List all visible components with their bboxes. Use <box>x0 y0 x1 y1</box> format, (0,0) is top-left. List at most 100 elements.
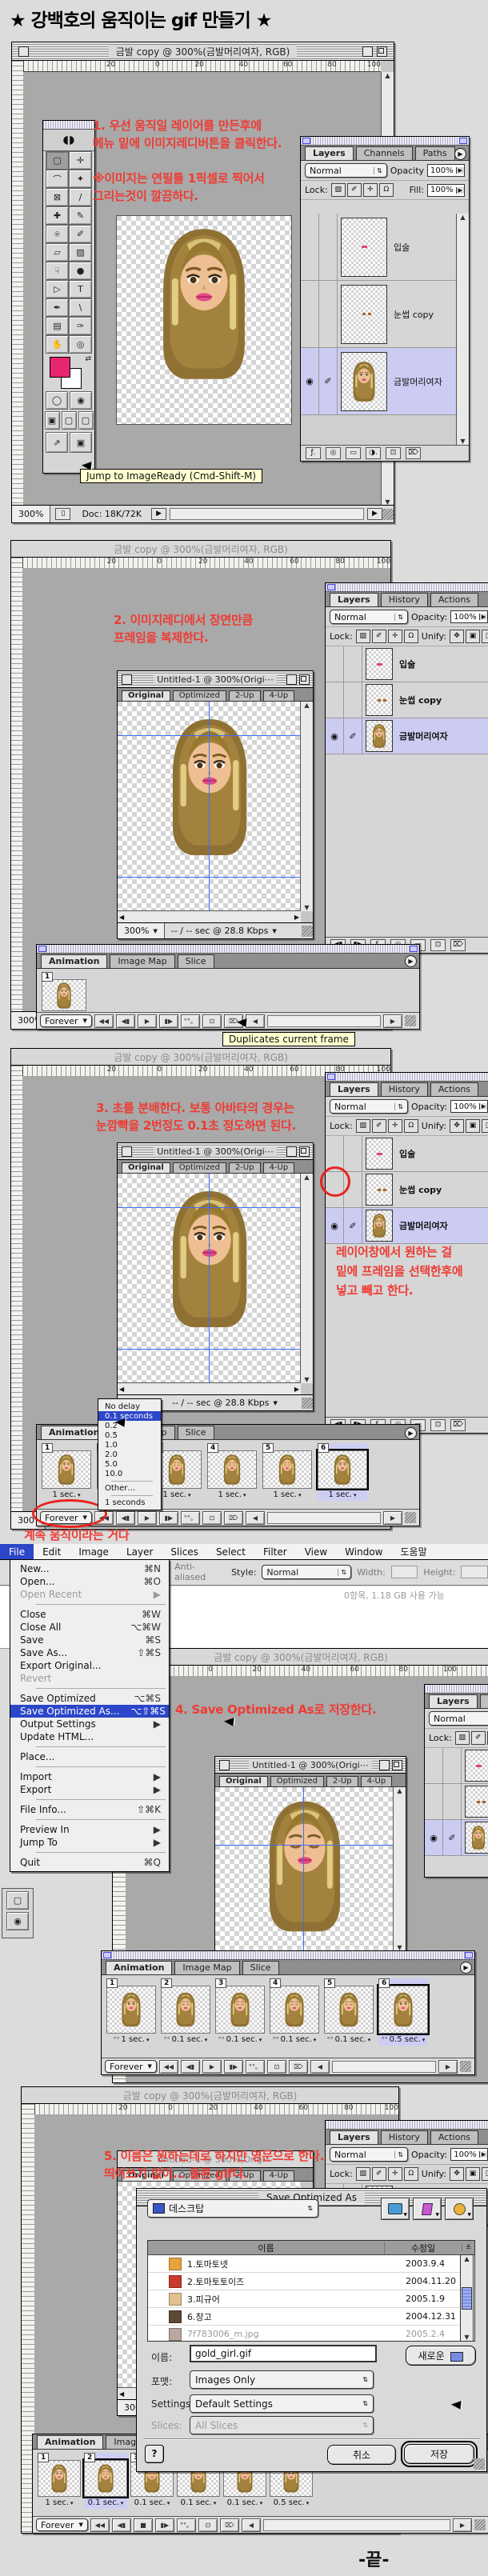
layer-thumbnail[interactable] <box>465 1786 488 1818</box>
lock-transparency-icon[interactable]: ▨ <box>356 2167 370 2181</box>
view-tab[interactable]: 2-Up <box>229 1162 261 1173</box>
view-tab[interactable]: 2-Up <box>326 1776 358 1786</box>
notes-tool[interactable]: ▤ <box>46 317 69 335</box>
resize-grip[interactable] <box>302 1398 313 1409</box>
delay-menu-item[interactable]: No delay <box>98 1402 161 1411</box>
layer-thumbnail[interactable] <box>465 1822 488 1854</box>
layer-row[interactable]: ◉ ✐ <box>425 1748 488 1784</box>
menu-bar-item[interactable]: 도움말 <box>392 1544 436 1559</box>
horizontal-scrollbar[interactable]: ◀▶ <box>118 910 301 922</box>
delay-menu-item[interactable]: 0.2 <box>98 1421 161 1430</box>
animation-frame[interactable]: 1 1 sec.▾ <box>38 2453 81 2509</box>
eyedropper-tool[interactable]: ✑ <box>69 317 92 335</box>
play-button[interactable]: ▶ <box>138 1014 157 1028</box>
prev-frame-button[interactable]: ◀▮ <box>112 2518 131 2532</box>
visibility-toggle[interactable]: ◉ <box>326 646 344 682</box>
resize-grip[interactable] <box>474 2458 485 2470</box>
layer-name[interactable]: 금발머리여자 <box>396 730 448 742</box>
jump-to-imageready-button[interactable]: ▣ <box>70 432 92 453</box>
file-menu-item[interactable] <box>10 1763 169 1770</box>
animation-tab[interactable]: Animation <box>37 2435 103 2449</box>
frame-delay-select[interactable]: 1 sec.▾ <box>318 1489 367 1501</box>
file-menu-item[interactable]: Place... <box>10 1750 169 1763</box>
palette-tab[interactable]: Layers <box>305 146 354 160</box>
animation-tab[interactable]: Slice <box>242 1961 279 1974</box>
file-menu-item[interactable] <box>10 1743 169 1750</box>
quickmask-mode-icon[interactable]: ◉ <box>70 391 92 410</box>
layer-row[interactable]: ◉ ✐ 눈썹 copy <box>326 682 488 718</box>
date-column-header[interactable]: 수정일 <box>384 2242 462 2254</box>
photoshop-logo-icon[interactable]: ◖◗ <box>43 130 94 151</box>
delay-menu-item[interactable]: 1 seconds <box>98 1498 161 1507</box>
lock-image-icon[interactable]: ✐ <box>347 183 362 197</box>
collapse-box-icon[interactable] <box>299 1146 310 1157</box>
unify-visibility-icon[interactable]: ▣ <box>466 2167 480 2181</box>
delay-menu-item[interactable]: 2.0 <box>98 1450 161 1459</box>
jump-to-imageready-button[interactable]: ◉ <box>6 1912 29 1930</box>
lock-all-icon[interactable]: Ω <box>379 183 394 197</box>
delete-frame-button[interactable]: ⌦ <box>289 2060 308 2074</box>
layer-name[interactable]: 눈썹 copy <box>396 694 442 706</box>
delay-menu-item[interactable]: 5.0 <box>98 1459 161 1469</box>
close-box-icon[interactable] <box>122 1146 132 1157</box>
animation-frame[interactable]: 6 °°0.5 sec.▾ <box>378 1978 428 2046</box>
layer-name[interactable]: 금발머리여자 <box>396 1219 448 1232</box>
frame-scroll-track[interactable] <box>332 2061 436 2073</box>
palette-drag-bar[interactable] <box>37 945 419 954</box>
animation-tab[interactable]: Slice <box>178 1426 214 1439</box>
layer-thumbnail[interactable] <box>465 1750 488 1782</box>
recents-button[interactable]: ▼ <box>445 2198 474 2220</box>
frame-thumbnail[interactable] <box>42 1450 91 1489</box>
frame-delay-select[interactable]: 0.1 sec.▾ <box>177 2497 220 2509</box>
layer-name[interactable]: 입술 <box>390 241 410 254</box>
frame-delay-select[interactable]: 1 sec.▾ <box>262 1489 312 1501</box>
scroll-up-icon[interactable]: ▲ <box>304 1174 309 1181</box>
location-select[interactable]: 데스크탑 ⇅ <box>147 2199 318 2218</box>
view-tab[interactable]: 4-Up <box>361 1776 393 1786</box>
menu-bar-item[interactable]: View <box>296 1544 336 1559</box>
menu-bar-item[interactable]: File <box>0 1544 34 1559</box>
lock-all-icon[interactable]: Ω <box>404 630 418 643</box>
animation-frame[interactable]: 4 1 sec.▾ <box>207 1443 257 1501</box>
list-scrollbar[interactable]: ▲ ▼ <box>460 2254 474 2342</box>
frame-thumbnail[interactable] <box>42 979 86 1011</box>
palette-tab[interactable]: Layers <box>330 1082 378 1096</box>
delete-layer-icon[interactable]: ⌦ <box>450 939 466 951</box>
view-tab[interactable]: Optimized <box>270 1776 324 1786</box>
palette-tab[interactable]: History <box>381 2130 428 2144</box>
preview-icon[interactable]: ▯ <box>55 508 70 520</box>
file-menu-item[interactable]: Close All⌥⌘W <box>10 1621 169 1634</box>
fullscreen-icon[interactable]: ▢ <box>6 1891 29 1910</box>
magic-wand-tool[interactable]: ✦ <box>69 170 92 188</box>
unify-position-icon[interactable]: ✥ <box>450 1119 464 1133</box>
animation-tab[interactable]: Image Map <box>110 954 174 968</box>
frame-delay-select[interactable]: °°0.5 sec.▾ <box>378 2034 428 2046</box>
loop-select[interactable]: Forever▼ <box>36 2518 88 2531</box>
delay-menu-item[interactable]: 0.1 seconds <box>98 1411 161 1421</box>
file-row[interactable]: 2.토마토토이즈 2004.11.20 <box>148 2273 474 2290</box>
format-select[interactable]: Images Only⇅ <box>190 2370 374 2389</box>
scroll-left-button[interactable]: ◀ <box>242 2518 261 2532</box>
unify-style-icon[interactable]: ◫ <box>482 2167 488 2181</box>
lasso-tool[interactable]: ⌒ <box>46 170 69 188</box>
layer-thumbnail[interactable] <box>341 352 387 411</box>
lock-transparency-icon[interactable]: ▨ <box>356 630 370 643</box>
visibility-toggle[interactable]: ◉ <box>425 1820 443 1855</box>
tween-button[interactable]: °°。 <box>181 1014 200 1028</box>
slider-arrow-icon[interactable]: ▶ <box>456 167 464 174</box>
palette-tab[interactable]: Actions <box>430 1082 478 1096</box>
zoom-level-field[interactable]: 300% <box>12 506 50 522</box>
paint-column[interactable]: ✐ <box>344 1208 362 1243</box>
frame-thumbnail[interactable] <box>161 1986 210 2034</box>
lock-all-icon[interactable]: Ω <box>404 1119 418 1133</box>
timing-readout[interactable]: -- / -- sec @ 28.8 Kbps <box>171 926 269 936</box>
stop-button[interactable]: ■ <box>134 2518 153 2532</box>
paint-column[interactable]: ✐ <box>443 1820 462 1855</box>
scroll-left-button[interactable]: ◀ <box>246 1511 265 1525</box>
palette-menu-icon[interactable]: ▶ <box>405 955 417 967</box>
layer-thumbnail[interactable] <box>366 1174 393 1206</box>
collapse-box-icon[interactable] <box>299 674 310 685</box>
file-menu-item[interactable]: Save⌘S <box>10 1634 169 1646</box>
tween-button[interactable]: °°。 <box>177 2518 196 2532</box>
unify-position-icon[interactable]: ✥ <box>450 630 464 643</box>
